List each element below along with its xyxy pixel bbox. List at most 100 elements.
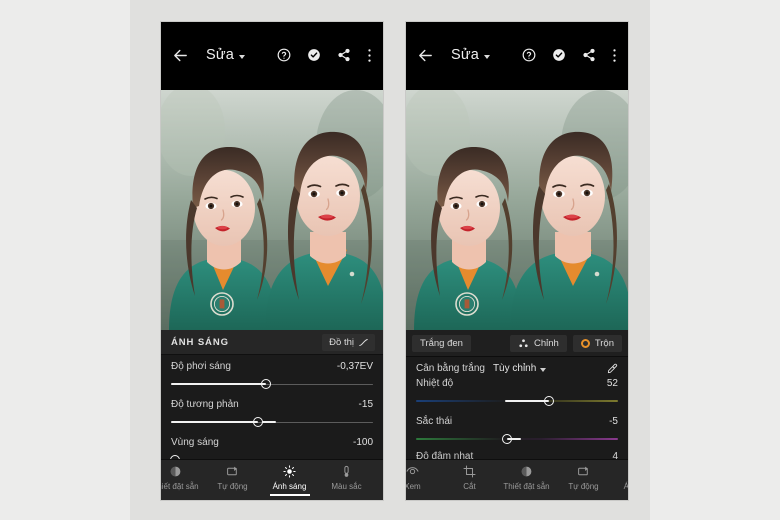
slider-row[interactable]: Độ tương phản -15 [171,399,373,428]
nav-label: Tự động [217,482,248,491]
curve-button-label: Đồ thị [329,336,354,348]
phone-right: Sửa Trắng đen Chỉnh Trộn Cân bằng trắng … [406,22,628,500]
section-header-light: ÁNH SÁNG Đồ thị [161,330,383,355]
tab-mix[interactable]: Trộn [572,334,622,352]
slider-row[interactable]: Sắc thái -5 [416,416,618,445]
color-ring-icon [580,338,590,348]
nav-label: Xem [406,482,421,491]
edit-title-dropdown[interactable]: Sửa [451,47,491,63]
photo-illustration [406,90,628,330]
nav-item-auto[interactable]: Tự động [555,465,612,491]
nav-active-indicator [269,494,310,496]
slider-knob[interactable] [260,379,271,389]
slider-track[interactable] [171,416,373,428]
nav-item-view[interactable]: Xem [406,465,441,491]
photo-preview-right[interactable] [406,90,628,330]
nav-item-presets[interactable]: Thiết đặt sẵn [498,465,555,491]
slider-track[interactable] [416,433,618,445]
slider-fill [171,383,266,386]
overflow-menu-icon[interactable] [367,48,372,63]
nav-label: Thiết đặt sẵn [503,482,550,491]
share-icon[interactable] [582,48,596,62]
slider-fill [171,421,258,424]
light-panel: ÁNH SÁNG Đồ thị Độ phơi sáng -0,37EV Độ … [161,330,383,466]
slider-value: -5 [609,416,618,427]
chevron-down-icon [540,367,547,372]
arrow-left-icon[interactable] [172,47,189,64]
presets-icon [170,466,181,477]
nav-label: Màu sắc [331,482,362,491]
white-balance-value: Tùy chỉnh [492,363,537,374]
tab-adjust[interactable]: Chỉnh [509,334,567,352]
edit-title-dropdown[interactable]: Sửa [206,47,246,63]
curve-icon [359,338,368,346]
view-icon [406,467,419,475]
share-icon[interactable] [337,48,351,62]
tab-label: Chỉnh [533,337,559,349]
slider-track[interactable] [171,378,373,390]
slider-knob[interactable] [252,417,263,427]
help-icon[interactable] [522,48,536,62]
slider-value: -100 [352,437,373,448]
tab-label: Trộn [594,337,614,349]
photo-preview-left[interactable] [161,90,383,330]
color-tab-strip: Trắng đen Chỉnh Trộn [406,330,628,357]
slider-label: Độ tương phản [171,399,239,410]
nav-item-effects[interactable]: Hiệu ứng [375,465,383,491]
nav-label: Ánh sáng [624,482,628,491]
bottom-nav-scroll[interactable]: Xem Cắt Thiết đặt sẵn Tự động Ánh sáng [406,460,628,500]
white-balance-select[interactable]: Tùy chỉnh [492,363,547,374]
help-icon[interactable] [277,48,291,62]
slider-row[interactable]: Nhiệt độ 52 [416,378,618,407]
color-panel: Trắng đen Chỉnh Trộn Cân bằng trắng Tùy … [406,330,628,463]
slider-track[interactable] [416,395,618,407]
presets-icon [521,466,532,477]
light-slider-list: Độ phơi sáng -0,37EV Độ tương phản -15 V… [161,355,383,466]
slider-knob[interactable] [501,434,512,444]
crop-icon [463,465,476,478]
nav-label: Thiết đặt sẵn [161,482,199,491]
slider-fill [504,400,550,403]
nav-item-auto[interactable]: Tự động [204,465,261,491]
bottom-nav-left[interactable]: Thiết đặt sẵn Tự động Ánh sáng Màu sắc [161,459,383,500]
nav-item-light[interactable]: Ánh sáng [261,465,318,496]
white-balance-label: Cân bằng trắng [416,363,485,374]
caret-down-icon [239,54,246,59]
auto-icon [227,466,237,476]
nav-label: Tự động [568,482,599,491]
overflow-menu-icon[interactable] [612,48,617,63]
nav-label: Cắt [463,482,476,491]
bottom-nav-scroll[interactable]: Thiết đặt sẵn Tự động Ánh sáng Màu sắc [161,460,383,500]
page-title: Sửa [451,47,480,63]
phone-left: Sửa ÁNH SÁNG Đồ thị Độ phơi sáng -0,37EV… [161,22,383,500]
tab-black-white[interactable]: Trắng đen [412,334,471,352]
slider-row[interactable]: Độ phơi sáng -0,37EV [171,361,373,390]
caret-down-icon [484,54,491,59]
white-balance-row[interactable]: Cân bằng trắng Tùy chỉnh [406,357,628,376]
color-icon [344,465,349,477]
check-circle-icon[interactable] [552,48,566,62]
slider-knob[interactable] [544,396,555,406]
arrow-left-icon[interactable] [417,47,434,64]
slider-label: Nhiệt độ [416,378,454,389]
app-bar-right: Sửa [406,22,628,90]
slider-value: 52 [606,378,618,389]
app-bar-left: Sửa [161,22,383,90]
eyedropper-icon[interactable] [607,363,618,374]
light-icon [283,465,296,478]
auto-icon [578,466,588,476]
nav-label: Ánh sáng [272,482,307,491]
nav-item-color[interactable]: Màu sắc [318,465,375,491]
color-slider-list: Nhiệt độ 52 Sắc thái -5 [406,376,628,445]
tab-label: Trắng đen [420,337,463,349]
nav-item-presets[interactable]: Thiết đặt sẵn [161,465,204,491]
slider-value: -0,37EV [336,361,373,372]
bottom-nav-right[interactable]: Xem Cắt Thiết đặt sẵn Tự động Ánh sáng [406,459,628,500]
slider-value: -15 [358,399,373,410]
nav-item-light[interactable]: Ánh sáng [612,465,628,491]
curve-button[interactable]: Đồ thị [322,333,375,351]
slider-label: Vùng sáng [171,437,219,448]
nav-item-crop[interactable]: Cắt [441,465,498,491]
slider-label: Độ phơi sáng [171,361,231,372]
check-circle-icon[interactable] [307,48,321,62]
